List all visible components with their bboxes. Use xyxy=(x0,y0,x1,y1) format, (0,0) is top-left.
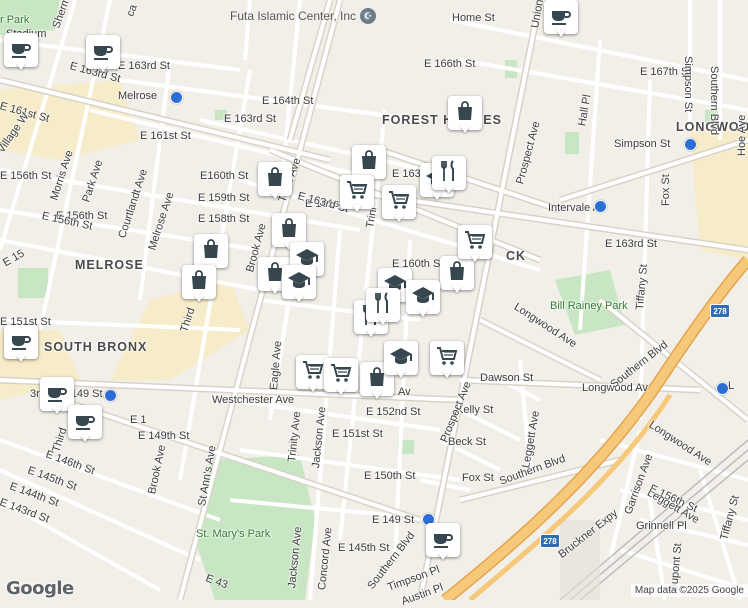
street-e149-st: E 149 St xyxy=(372,514,415,526)
google-logo: Google xyxy=(6,578,74,599)
subway-station-icon[interactable] xyxy=(594,200,607,213)
restaurant-icon xyxy=(437,159,461,188)
map-pin-cafe[interactable] xyxy=(4,325,38,365)
map-pin-shop[interactable] xyxy=(448,96,482,136)
subway-station-icon[interactable] xyxy=(716,382,729,395)
school-icon xyxy=(287,268,311,297)
grocery-cart-icon xyxy=(435,344,459,373)
map-pin-cart[interactable] xyxy=(382,185,416,225)
cafe-icon xyxy=(549,3,573,32)
shopping-bag-icon xyxy=(357,148,381,177)
poi-label: Futa Islamic Center, Inc xyxy=(230,9,357,23)
map-canvas[interactable]: FOREST HOUSES LONGWOOD MELROSE SOUTH BRO… xyxy=(0,0,748,608)
park-label-top: r Park xyxy=(0,14,30,26)
cafe-icon xyxy=(9,328,33,357)
cafe-icon xyxy=(9,36,33,65)
area-label-south-bronx: SOUTH BRONX xyxy=(44,340,148,354)
cafe-icon xyxy=(431,526,455,555)
street-e156-a: E 156th St xyxy=(0,170,52,182)
street-e163-c: E 163rd St xyxy=(605,238,657,250)
street-e1-frag: E 1 xyxy=(130,414,147,426)
map-pin-cafe[interactable] xyxy=(4,33,38,73)
street-e151-b: E 151st St xyxy=(332,428,383,440)
school-icon xyxy=(389,344,413,373)
street-e163-b: E 163rd St xyxy=(118,60,170,72)
park-label-bill-rainey: Bill Rainey Park xyxy=(550,300,628,312)
school-icon xyxy=(411,283,435,312)
street-simpson: Simpson St xyxy=(682,56,694,113)
map-pin-shop[interactable] xyxy=(182,265,216,305)
street-e160-a: E160th St xyxy=(200,170,249,182)
cafe-icon xyxy=(45,380,69,409)
street-grinnell: Grinnell Pl xyxy=(636,520,687,532)
street-fox: Fox St xyxy=(462,472,494,484)
map-pin-cafe[interactable] xyxy=(426,523,460,563)
cafe-icon xyxy=(91,38,115,67)
grocery-cart-icon xyxy=(387,188,411,217)
grocery-cart-icon xyxy=(345,178,369,207)
street-hoe: Hoe Ave xyxy=(736,114,748,156)
street-southern-blvd4: Southern Blvd xyxy=(708,66,720,136)
street-e159: E 159th St xyxy=(198,192,250,204)
street-westchester: Westchester Ave xyxy=(212,394,295,406)
street-e161-a: E 161st St xyxy=(140,130,191,142)
map-pin-school[interactable] xyxy=(406,280,440,320)
street-simpson-st: Simpson St xyxy=(614,138,671,150)
area-label-ck: CK xyxy=(506,249,527,263)
map-pin-school[interactable] xyxy=(282,265,316,305)
street-e166: E 166th St xyxy=(424,58,476,70)
street-av-frag: Av xyxy=(398,386,411,398)
map-pin-school[interactable] xyxy=(384,341,418,381)
street-e150: E 150th St xyxy=(364,470,416,482)
street-e158: E 158th St xyxy=(198,213,250,225)
grocery-cart-icon xyxy=(329,361,353,390)
subway-station-icon[interactable] xyxy=(684,138,697,151)
area-label-forest-houses: FOREST HOUSES xyxy=(382,113,502,127)
map-pin-cart[interactable] xyxy=(340,175,374,215)
grocery-cart-icon xyxy=(463,228,487,257)
restaurant-icon xyxy=(371,291,395,320)
shopping-bag-icon xyxy=(187,268,211,297)
map-pin-shop[interactable] xyxy=(258,162,292,202)
poi-futa-islamic-center[interactable]: Futa Islamic Center, Inc ☪ xyxy=(230,8,377,24)
street-e145-b: E 145th St xyxy=(338,542,390,554)
grocery-cart-icon xyxy=(301,358,325,387)
shopping-bag-icon xyxy=(453,99,477,128)
map-pin-cafe[interactable] xyxy=(86,35,120,75)
shopping-bag-icon xyxy=(199,237,223,266)
area-label-melrose: MELROSE xyxy=(75,258,144,272)
station-label-melrose: Melrose xyxy=(118,90,158,102)
street-home-st: Home St xyxy=(452,12,495,24)
map-pin-food[interactable] xyxy=(432,156,466,196)
park-label-st-marys: St. Mary's Park xyxy=(196,528,271,540)
street-fox2: Fox St xyxy=(660,174,672,206)
street-beck: Beck St xyxy=(448,436,486,448)
label-l-frag: L xyxy=(728,380,735,392)
map-pin-cafe[interactable] xyxy=(544,0,578,40)
cafe-icon xyxy=(73,408,97,437)
map-attribution: Map data ©2025 Google xyxy=(630,584,748,597)
street-e149: E 149th St xyxy=(138,430,190,442)
highway-shield-278: 278 xyxy=(540,534,560,548)
subway-station-icon[interactable] xyxy=(170,91,183,104)
street-e163-a: E 163rd St xyxy=(224,113,276,125)
street-dawson: Dawson St xyxy=(480,372,534,384)
map-pin-cafe[interactable] xyxy=(68,405,102,445)
shopping-bag-icon xyxy=(277,216,301,245)
highway-shield-278: 278 xyxy=(710,304,730,318)
street-e164: E 164th St xyxy=(262,95,314,107)
mosque-icon: ☪ xyxy=(360,8,377,24)
map-pin-cart[interactable] xyxy=(430,341,464,381)
shopping-bag-icon xyxy=(263,165,287,194)
map-pin-cart[interactable] xyxy=(324,358,358,398)
map-pin-food[interactable] xyxy=(366,288,400,328)
map-pin-cart[interactable] xyxy=(458,225,492,265)
subway-station-icon[interactable] xyxy=(104,389,117,402)
street-e152: E 152nd St xyxy=(366,406,421,418)
